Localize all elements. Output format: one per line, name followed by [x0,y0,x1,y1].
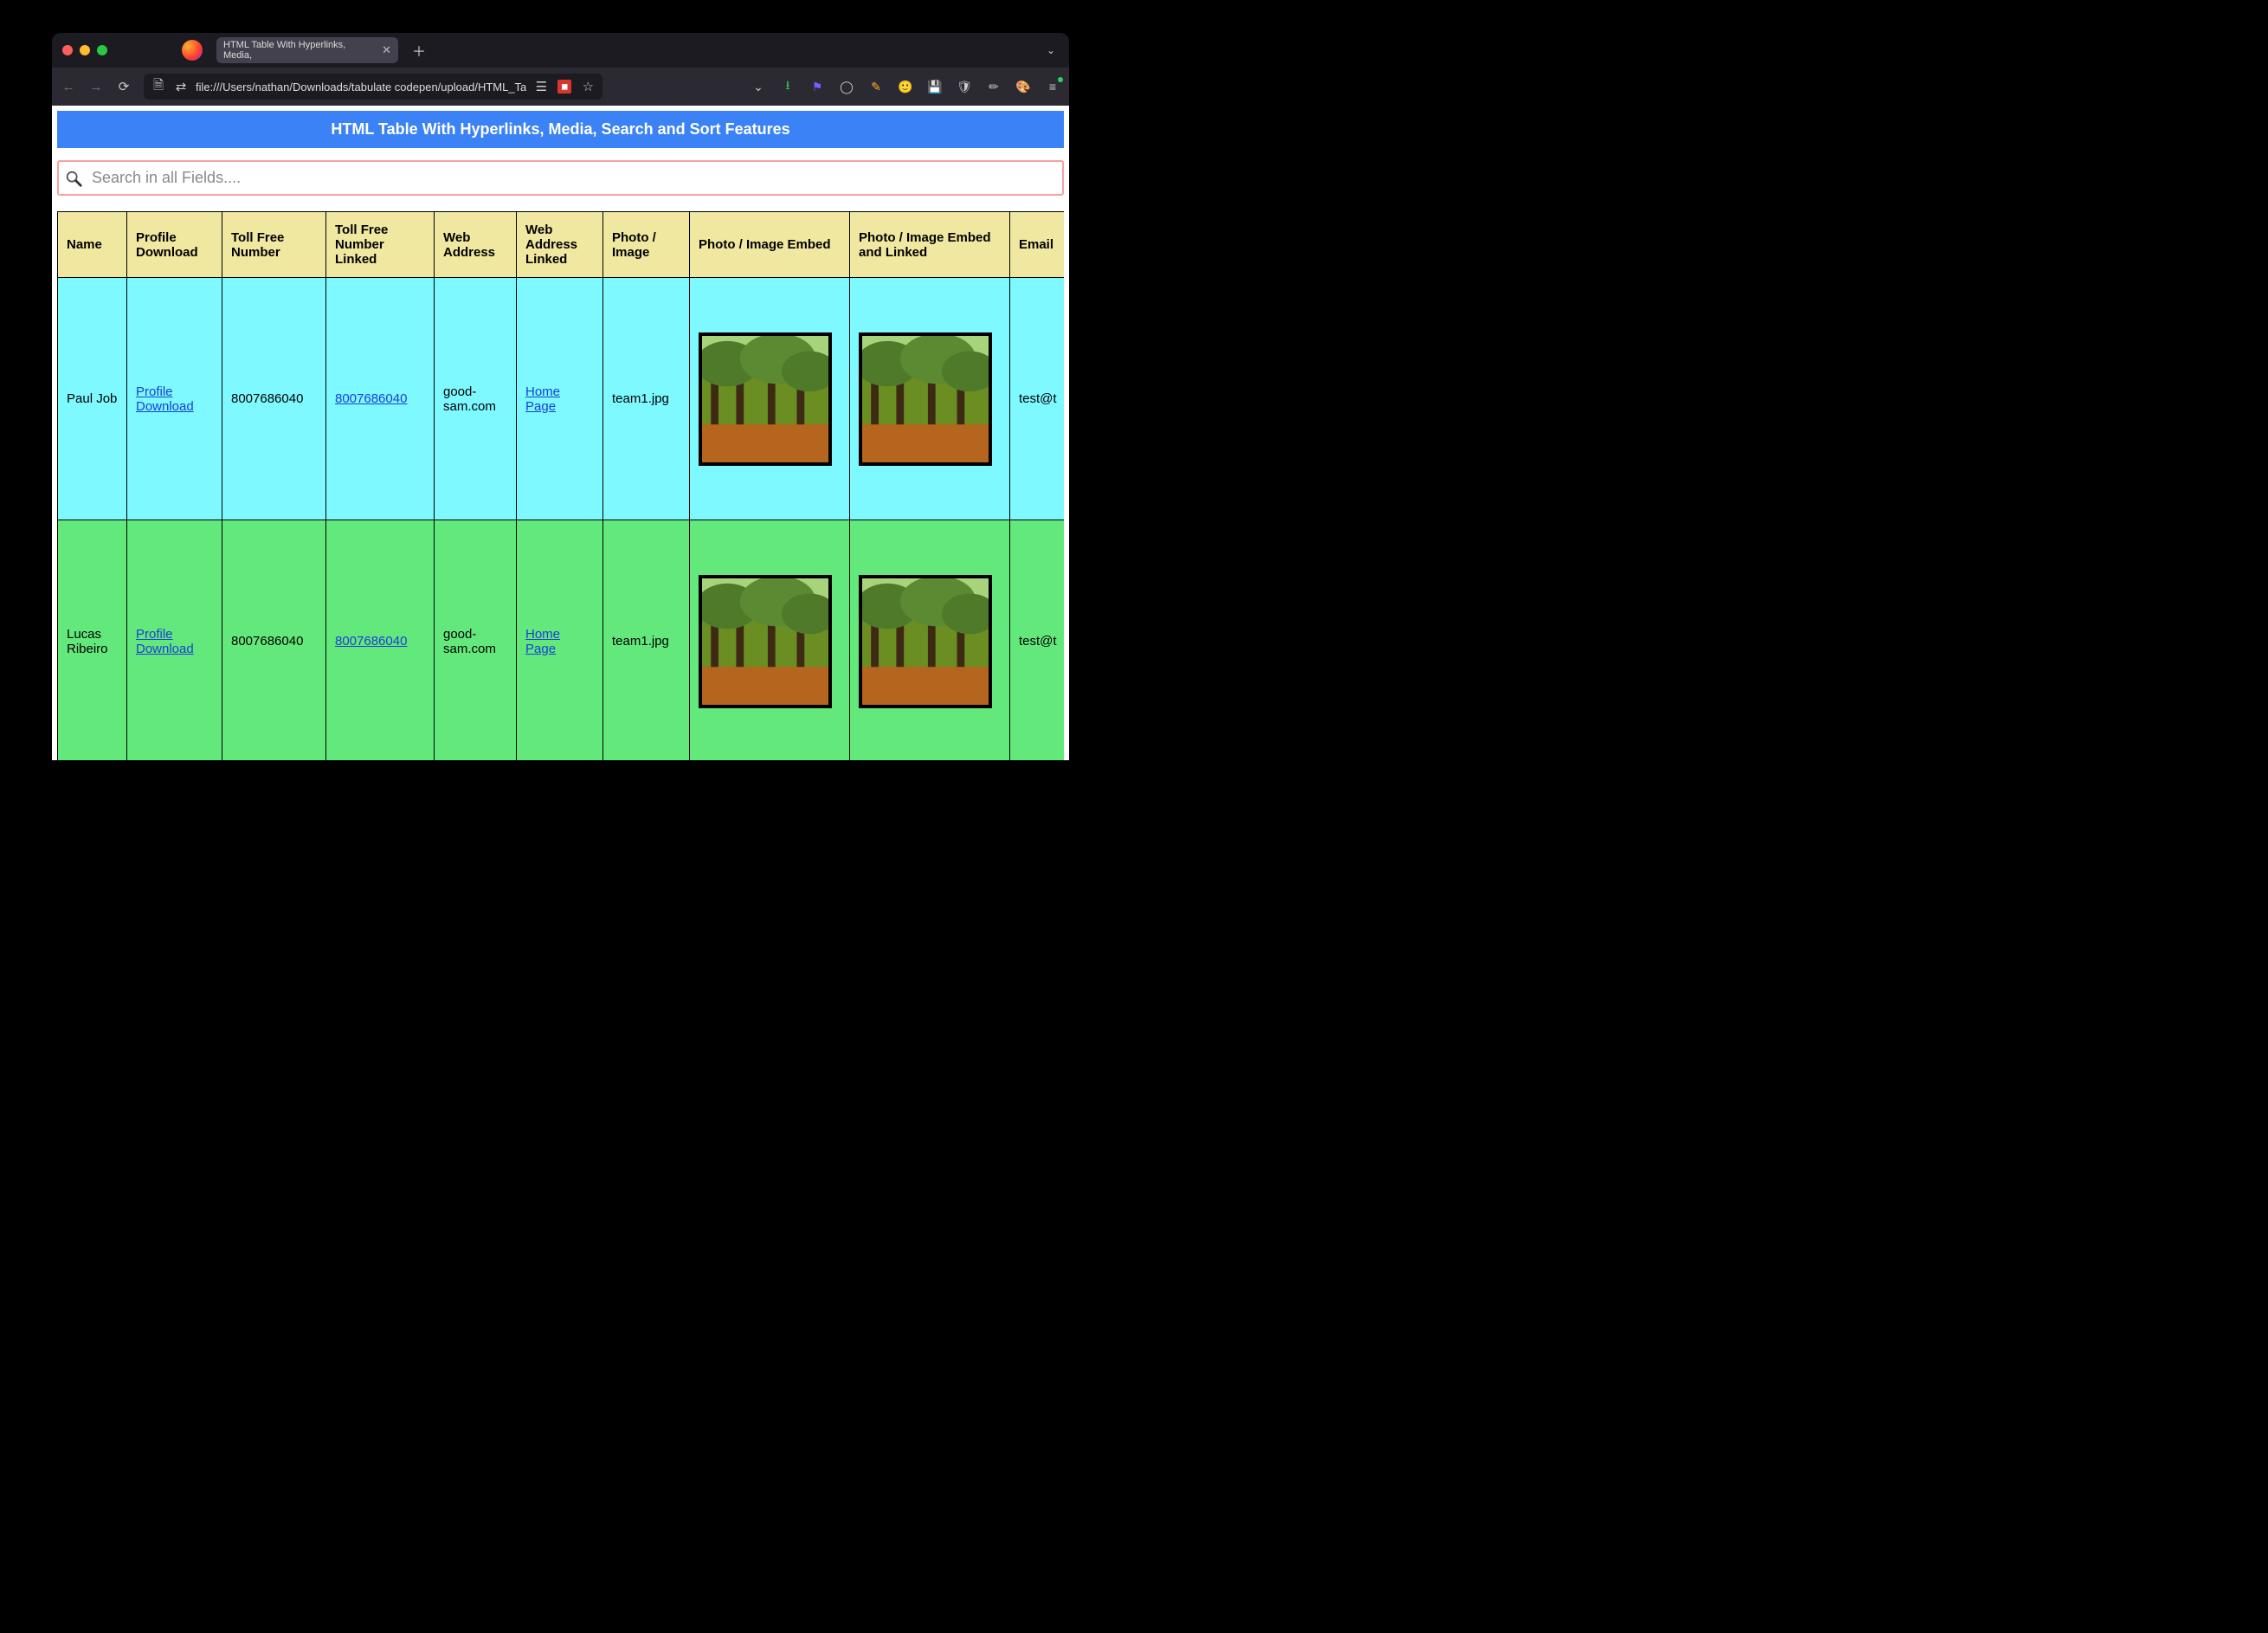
toll-free-link[interactable]: 8007686040 [335,634,407,649]
cell-photo-embed [690,520,850,761]
cell-photo-embed-linked [850,278,1010,520]
cell-name: Lucas Ribeiro [58,520,127,761]
image-thumbnail-link[interactable] [859,575,1001,708]
table-header-row: Name Profile Download Toll Free Number T… [58,212,1065,278]
extension-icon-4[interactable]: 🙂 [898,79,913,94]
tab-bar: HTML Table With Hyperlinks, Media, ✕ ＋ ⌄ [52,33,1069,68]
forward-icon[interactable]: → [88,80,104,94]
extension-icon-6[interactable]: 🛡 [957,79,972,94]
table-row: Paul Job Profile Download 8007686040 800… [58,278,1065,520]
extension-icon-2[interactable]: ◯ [839,79,854,94]
cell-photo-embed [690,278,850,520]
pocket-icon[interactable]: ⌄ [751,79,766,94]
extension-icon-1[interactable]: ⚑ [809,79,825,94]
search-icon [64,169,83,188]
cell-toll-free: 8007686040 [222,278,326,520]
col-email[interactable]: Email [1010,212,1065,278]
data-table: Name Profile Download Toll Free Number T… [57,211,1064,760]
toll-free-link[interactable]: 8007686040 [335,391,407,406]
cell-web: good-sam.com [435,278,517,520]
cell-photo-embed-linked [850,520,1010,761]
home-page-link[interactable]: Home Page [525,384,560,414]
extension-icon-5[interactable]: 💾 [927,79,943,94]
reader-mode-icon[interactable]: ☰ [533,79,549,94]
browser-tab[interactable]: HTML Table With Hyperlinks, Media, ✕ [216,37,398,63]
back-icon[interactable]: ← [61,80,76,94]
minimize-window-button[interactable] [80,45,90,55]
zoom-window-button[interactable] [97,45,107,55]
cell-web: good-sam.com [435,520,517,761]
cell-photo: team1.jpg [603,520,690,761]
window-controls [62,45,107,55]
url-bar[interactable]: 🗎 ⇄ file:///Users/nathan/Downloads/tabul… [144,74,602,100]
reload-icon[interactable]: ⟳ [116,79,132,94]
bookmark-star-icon[interactable]: ☆ [580,79,596,94]
profile-download-link[interactable]: Profile Download [136,384,194,414]
extension-icon-8[interactable]: 🎨 [1015,79,1031,94]
col-toll-free[interactable]: Toll Free Number [222,212,326,278]
menu-icon[interactable]: ≡ [1045,79,1060,94]
file-icon: 🗎 [151,76,166,98]
new-tab-button[interactable]: ＋ [403,40,435,61]
toolbar: ← → ⟳ 🗎 ⇄ file:///Users/nathan/Downloads… [52,68,1069,106]
close-window-button[interactable] [62,45,73,55]
cell-photo: team1.jpg [603,278,690,520]
image-thumbnail-link[interactable] [859,332,1001,466]
browser-window: HTML Table With Hyperlinks, Media, ✕ ＋ ⌄… [52,33,1069,760]
search-input[interactable] [90,164,1057,192]
col-name[interactable]: Name [58,212,127,278]
cell-email: test@t [1010,520,1065,761]
image-thumbnail [859,332,992,466]
search-container [57,160,1064,196]
cell-email: test@t [1010,278,1065,520]
settings-toggle-icon[interactable]: ⇄ [173,79,189,94]
close-tab-icon[interactable]: ✕ [382,43,391,57]
table-container: Name Profile Download Toll Free Number T… [57,211,1064,760]
col-profile-download[interactable]: Profile Download [127,212,222,278]
url-text: file:///Users/nathan/Downloads/tabulate … [196,81,526,94]
col-photo-embed-linked[interactable]: Photo / Image Embed and Linked [850,212,1010,278]
profile-download-link[interactable]: Profile Download [136,627,194,656]
home-page-link[interactable]: Home Page [525,627,560,656]
col-web-address[interactable]: Web Address [435,212,517,278]
col-toll-free-linked[interactable]: Toll Free Number Linked [326,212,435,278]
image-thumbnail [699,575,832,708]
col-photo-embed[interactable]: Photo / Image Embed [690,212,850,278]
col-photo[interactable]: Photo / Image [603,212,690,278]
tab-title: HTML Table With Hyperlinks, Media, [223,40,375,61]
page-content: HTML Table With Hyperlinks, Media, Searc… [52,106,1069,760]
page-viewport: HTML Table With Hyperlinks, Media, Searc… [52,106,1069,760]
blocker-badge-icon[interactable]: ◼ [557,80,571,94]
tabs-overflow-icon[interactable]: ⌄ [1040,44,1062,56]
col-web-address-linked[interactable]: Web Address Linked [517,212,603,278]
extension-icon-3[interactable]: ✎ [868,79,884,94]
image-thumbnail [699,332,832,466]
page-title: HTML Table With Hyperlinks, Media, Searc… [57,111,1064,148]
firefox-icon [182,40,203,61]
downloads-icon[interactable]: ⭳ [780,79,796,94]
cell-name: Paul Job [58,278,127,520]
table-row: Lucas Ribeiro Profile Download 800768604… [58,520,1065,761]
image-thumbnail [859,575,992,708]
extension-icon-7[interactable]: ✏ [986,79,1002,94]
toolbar-right: ⌄ ⭳ ⚑ ◯ ✎ 🙂 💾 🛡 ✏ 🎨 ≡ [751,79,1060,94]
cell-toll-free: 8007686040 [222,520,326,761]
